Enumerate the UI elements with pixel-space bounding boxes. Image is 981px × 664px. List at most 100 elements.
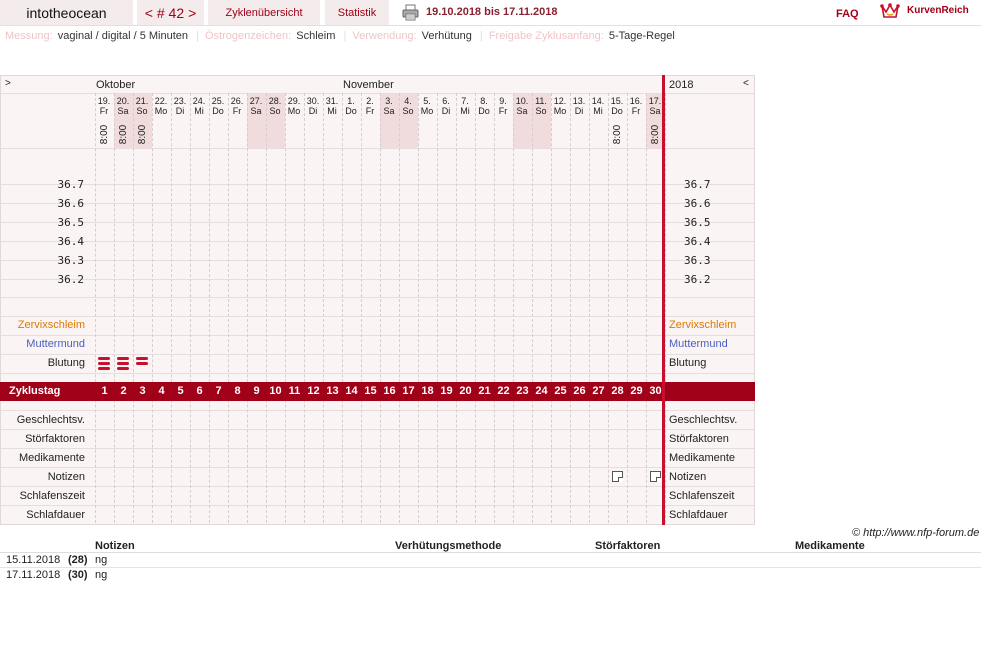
note-icon[interactable]	[650, 471, 661, 482]
day-date: 6.	[442, 96, 450, 106]
grid-vline	[133, 93, 134, 523]
temperature-label: 36.3	[57, 254, 85, 267]
cycle-day-number[interactable]: 15	[361, 382, 380, 401]
row-label-zervixschleim-right: Zervixschleim	[669, 319, 737, 331]
cycle-day-number[interactable]: 29	[627, 382, 646, 401]
printer-icon[interactable]	[402, 4, 419, 21]
bleeding-icon[interactable]	[98, 357, 110, 370]
temperature-label: 36.7	[57, 178, 85, 191]
cycle-day-number[interactable]: 26	[570, 382, 589, 401]
cycle-day-number[interactable]: 3	[133, 382, 152, 401]
day-date: 29.	[287, 96, 301, 106]
day-header: 7. Mi	[456, 96, 474, 116]
notes-header-notizen: Notizen	[95, 540, 135, 552]
bleeding-bar	[117, 367, 129, 370]
row-label-schlafenszeit-right: Schlafenszeit	[669, 490, 735, 502]
note-date: 17.11.2018	[6, 569, 61, 581]
bleeding-bar	[136, 357, 148, 360]
cycle-day-number[interactable]: 10	[266, 382, 285, 401]
day-weekday: Di	[308, 106, 318, 116]
day-header: 6. Di	[437, 96, 455, 116]
grid-vline	[152, 93, 153, 523]
cycle-day-number[interactable]: 19	[437, 382, 456, 401]
row-label-schlafdauer: Schlafdauer	[26, 509, 85, 521]
cycle-day-number[interactable]: 20	[456, 382, 475, 401]
grid-vline	[114, 93, 115, 523]
tab-zyklenuebersicht[interactable]: Zyklenübersicht	[208, 0, 320, 25]
day-date: 11.	[535, 96, 547, 106]
next-cycle-button[interactable]: >	[188, 5, 196, 21]
cycle-day-number[interactable]: 1	[95, 382, 114, 401]
cycle-day-number[interactable]: 16	[380, 382, 399, 401]
day-weekday: Mi	[194, 106, 204, 116]
day-date: 5.	[423, 96, 431, 106]
cycle-day-number[interactable]: 4	[152, 382, 171, 401]
note-icon[interactable]	[612, 471, 623, 482]
cycle-day-number[interactable]: 2	[114, 382, 133, 401]
cycle-day-number[interactable]: 25	[551, 382, 570, 401]
day-date: 3.	[385, 96, 393, 106]
cycle-day-number[interactable]: 28	[608, 382, 627, 401]
cycle-day-number[interactable]: 13	[323, 382, 342, 401]
day-header: 9. Fr	[494, 96, 512, 116]
grid-vline	[513, 93, 514, 523]
day-date: 22.	[154, 96, 168, 106]
day-date: 15.	[610, 96, 624, 106]
cycle-day-number[interactable]: 11	[285, 382, 304, 401]
cycle-day-number[interactable]: 22	[494, 382, 513, 401]
day-header: 26. Fr	[228, 96, 246, 116]
prev-cycle-button[interactable]: <	[145, 5, 153, 21]
measurement-time-text: 8:00	[612, 124, 624, 145]
cycle-day-number[interactable]: 27	[589, 382, 608, 401]
cycle-day-number[interactable]: 17	[399, 382, 418, 401]
measurement-time-text: 8:00	[137, 124, 149, 145]
current-day-marker	[662, 75, 665, 525]
day-weekday: Mo	[154, 106, 168, 116]
day-date: 30.	[306, 96, 320, 106]
day-header: 2. Fr	[361, 96, 379, 116]
cycle-day-number[interactable]: 7	[209, 382, 228, 401]
cycle-day-number[interactable]: 12	[304, 382, 323, 401]
grid-vline	[209, 93, 210, 523]
table-row: 15.11.2018 (28) ng	[0, 553, 981, 568]
row-label-zervixschleim: Zervixschleim	[17, 319, 85, 331]
chart-scroll-right-button[interactable]: <	[743, 78, 749, 89]
day-weekday: Do	[478, 106, 490, 116]
faq-link[interactable]: FAQ	[836, 8, 859, 20]
row-label-medikamente-right: Medikamente	[669, 452, 736, 464]
day-header: 24. Mi	[190, 96, 208, 116]
cycle-day-number[interactable]: 9	[247, 382, 266, 401]
chart-scroll-left-button[interactable]: >	[5, 78, 11, 89]
day-date: 31.	[325, 96, 339, 106]
day-weekday: Fr	[365, 106, 375, 116]
day-header: 28. So	[266, 96, 284, 116]
brand-link[interactable]: KurvenReich	[907, 5, 969, 16]
temperature-label: 36.5	[57, 216, 85, 229]
grid-vline	[342, 93, 343, 523]
row-label-stoerfaktoren: Störfaktoren	[25, 433, 85, 445]
day-weekday: So	[535, 106, 547, 116]
cycle-day-number[interactable]: 8	[228, 382, 247, 401]
day-weekday: Fr	[99, 106, 109, 116]
row-label-schlafenszeit: Schlafenszeit	[19, 490, 85, 502]
grid-vline	[266, 93, 267, 523]
day-header: 23. Di	[171, 96, 189, 116]
grid-vline	[646, 93, 647, 523]
cycle-day-number[interactable]: 14	[342, 382, 361, 401]
cycle-day-number[interactable]: 21	[475, 382, 494, 401]
cycle-day-number[interactable]: 23	[513, 382, 532, 401]
cycle-day-number[interactable]: 6	[190, 382, 209, 401]
note-cycle-day: (30)	[68, 569, 88, 581]
cycle-day-number[interactable]: 18	[418, 382, 437, 401]
grid-vline	[456, 93, 457, 523]
month-label-oktober: Oktober	[96, 79, 136, 91]
tab-statistik[interactable]: Statistik	[325, 0, 389, 25]
day-weekday: Di	[574, 106, 584, 116]
grid-vline	[304, 93, 305, 523]
bleeding-icon[interactable]	[136, 357, 148, 369]
cycle-day-number[interactable]: 24	[532, 382, 551, 401]
day-weekday: Fr	[498, 106, 508, 116]
bleeding-icon[interactable]	[117, 357, 129, 370]
cycle-day-number[interactable]: 5	[171, 382, 190, 401]
grid-vline	[361, 93, 362, 523]
